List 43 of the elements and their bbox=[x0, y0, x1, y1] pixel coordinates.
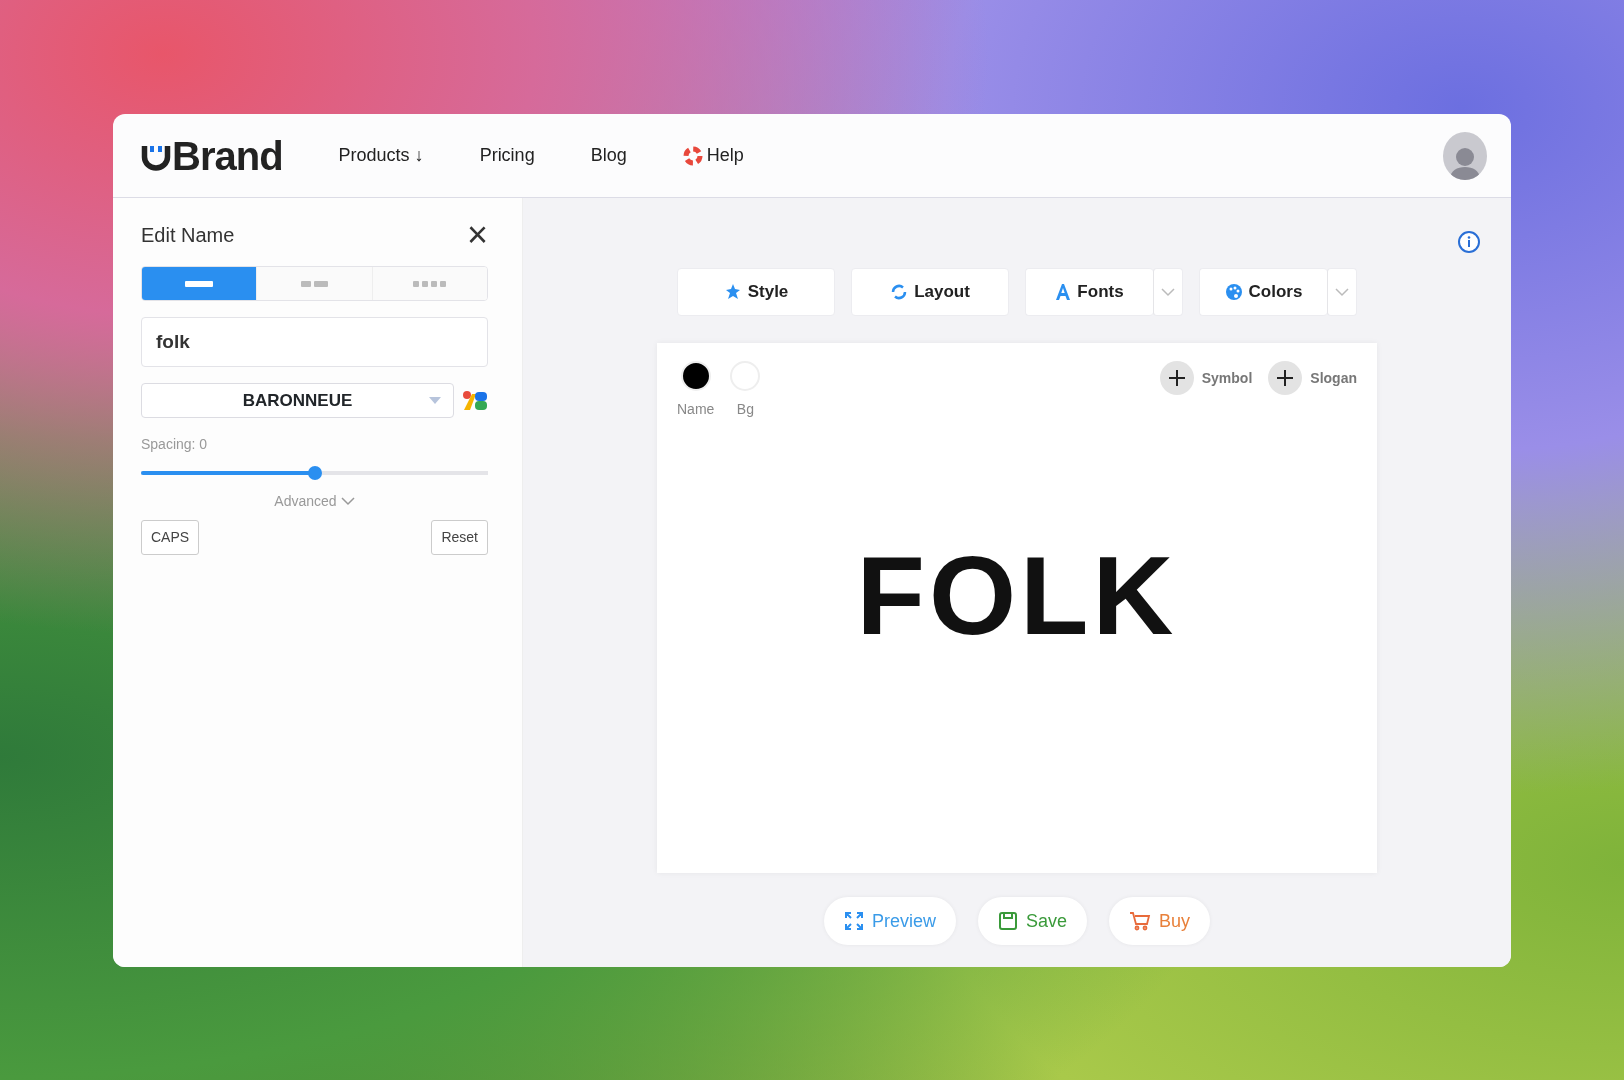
slider-thumb[interactable] bbox=[307, 466, 322, 480]
spacing-label: Spacing: 0 bbox=[141, 435, 209, 454]
lifebuoy-icon bbox=[682, 145, 703, 166]
caret-icon bbox=[429, 397, 441, 405]
chevron-down-icon bbox=[1161, 287, 1175, 297]
name-input-field[interactable]: folk bbox=[141, 317, 488, 367]
layout-button[interactable]: Layout bbox=[851, 268, 1009, 316]
nav-link[interactable]: Help bbox=[682, 142, 744, 169]
caps-button[interactable]: CAPS bbox=[141, 520, 200, 555]
color-blocks-icon bbox=[462, 389, 488, 412]
plus-icon bbox=[1159, 361, 1194, 395]
layout-option-tab[interactable] bbox=[142, 267, 257, 300]
chevron-down-icon bbox=[340, 497, 355, 506]
add-symbol-button[interactable]: Symbol bbox=[1159, 361, 1253, 395]
cart-icon bbox=[1129, 911, 1151, 931]
letter-icon bbox=[1055, 283, 1072, 301]
chevron-down-icon bbox=[1335, 287, 1349, 297]
colors-button[interactable]: Colors bbox=[1199, 268, 1327, 316]
logo-text[interactable]: Brand bbox=[172, 135, 283, 176]
expand-icon bbox=[843, 911, 864, 931]
nav-link[interactable]: Pricing bbox=[479, 142, 535, 169]
avatar[interactable] bbox=[1443, 131, 1487, 180]
logo-preview-text: FOLK bbox=[856, 540, 1178, 660]
panel-title: Edit Name bbox=[141, 223, 235, 248]
swatch-label: Bg bbox=[736, 400, 754, 419]
nav-link[interactable]: Products ↓ bbox=[338, 142, 424, 169]
swatch-label: Name bbox=[677, 400, 715, 419]
style-button[interactable]: Style bbox=[677, 268, 835, 316]
reset-button[interactable]: Reset bbox=[431, 520, 488, 555]
color-swatch[interactable] bbox=[680, 361, 711, 391]
font-select[interactable]: BARONNEUE bbox=[141, 383, 454, 418]
info-icon[interactable] bbox=[1457, 230, 1481, 254]
palette-icon bbox=[1224, 283, 1243, 301]
add-slogan-button[interactable]: Slogan bbox=[1268, 361, 1357, 395]
fonts-button[interactable]: Fonts bbox=[1025, 268, 1153, 316]
close-button[interactable]: × bbox=[466, 220, 488, 250]
plus-icon bbox=[1268, 361, 1303, 395]
layout-option-tab[interactable] bbox=[371, 267, 487, 300]
refresh-icon bbox=[890, 283, 909, 301]
dropdown-toggle-button[interactable] bbox=[1327, 268, 1357, 316]
nav-link[interactable]: Blog bbox=[590, 142, 627, 169]
dropdown-toggle-button[interactable] bbox=[1153, 268, 1183, 316]
save-button[interactable]: Save bbox=[978, 897, 1087, 945]
